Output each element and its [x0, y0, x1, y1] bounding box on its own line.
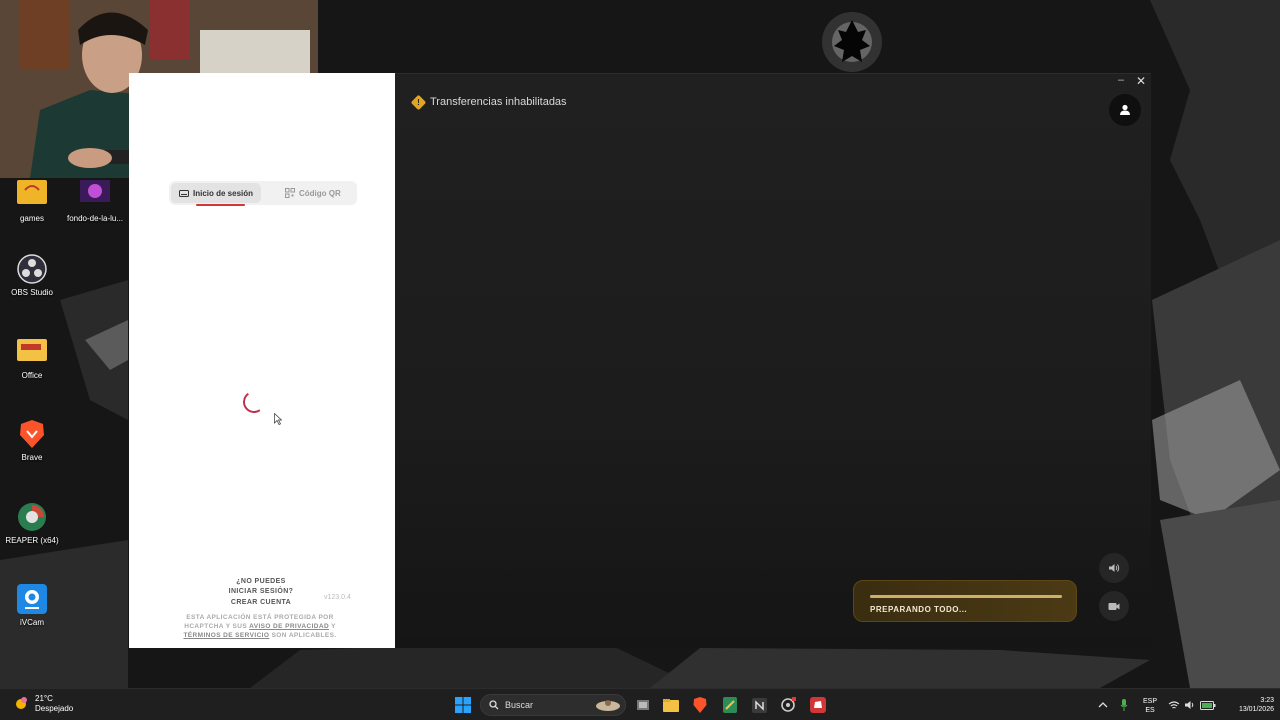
folder-icon	[17, 180, 47, 210]
version-label: v123.0.4	[324, 594, 351, 601]
desktop-icon-wallpaper-file[interactable]: fondo-de-la-lu...	[63, 180, 127, 223]
volume-icon	[1109, 564, 1120, 572]
active-tab-indicator	[196, 204, 245, 206]
qr-code-icon	[285, 188, 295, 198]
image-file-icon	[80, 180, 110, 210]
desktop-icon-obs-studio[interactable]: OBS Studio	[0, 254, 64, 297]
tray-volume[interactable]	[1180, 695, 1200, 715]
search-placeholder: Buscar	[505, 700, 534, 710]
close-button[interactable]: ✕	[1134, 74, 1148, 88]
brave-lion-icon	[17, 419, 47, 449]
terms-of-service-link[interactable]: TÉRMINOS DE SERVICIO	[183, 632, 269, 639]
game-launcher-icon	[810, 697, 826, 713]
progress-label: PREPARANDO TODO...	[870, 605, 968, 614]
create-account-link[interactable]: CREAR CUENTA	[211, 599, 311, 606]
clock-time: 3:23	[1260, 697, 1274, 704]
desktop-icon-office[interactable]: Office	[0, 337, 64, 380]
tray-battery[interactable]	[1198, 695, 1218, 715]
search-highlight-icon	[596, 700, 620, 711]
cant-login-link[interactable]: ¿NO PUEDES INICIAR SESIÓN?	[221, 577, 301, 597]
brave-lion-icon	[693, 697, 707, 713]
login-tabs: Inicio de sesión Código QR	[169, 181, 357, 205]
progress-bar	[870, 595, 1062, 598]
reaper-icon	[17, 502, 47, 532]
task-view-icon	[637, 700, 649, 710]
tab-login-label: Inicio de sesión	[193, 188, 254, 198]
weather-temperature: 21°C	[35, 694, 53, 703]
camera-button[interactable]	[1099, 591, 1129, 621]
speaker-icon	[1185, 701, 1194, 709]
transfer-warning: ! Transferencias inhabilitadas	[410, 94, 567, 110]
progress-fill	[870, 595, 1062, 598]
start-button[interactable]	[453, 695, 473, 715]
account-button[interactable]	[1109, 94, 1141, 126]
battery-icon	[1200, 700, 1216, 710]
taskbar-search[interactable]: Buscar	[480, 694, 626, 716]
tab-qr-label: Código QR	[299, 188, 341, 198]
progress-card: PREPARANDO TODO...	[853, 580, 1077, 622]
language-indicator[interactable]: ESP ES	[1140, 697, 1160, 715]
document-app-icon	[723, 697, 737, 713]
keyboard-icon	[179, 189, 189, 197]
microphone-icon	[1120, 699, 1128, 711]
desktop-icon-reaper[interactable]: REAPER (x64)	[0, 502, 64, 545]
desktop-icon-brave[interactable]: Brave	[0, 419, 64, 462]
taskbar-app-n[interactable]	[749, 695, 769, 715]
chevron-up-icon	[1098, 702, 1108, 708]
clock[interactable]: 3:23 13/01/2026	[1222, 696, 1274, 714]
notion-like-app-icon	[751, 697, 767, 713]
taskbar-file-explorer[interactable]	[661, 695, 681, 715]
loading-spinner	[241, 389, 267, 415]
search-icon	[489, 700, 499, 710]
minimize-button[interactable]: –	[1114, 74, 1128, 88]
tray-microphone[interactable]	[1114, 695, 1134, 715]
desktop-icon-games[interactable]: games	[0, 180, 64, 223]
taskbar-task-view[interactable]	[633, 695, 653, 715]
privacy-notice-link[interactable]: AVISO DE PRIVACIDAD	[249, 623, 329, 630]
tab-qr-code[interactable]: Código QR	[277, 183, 349, 203]
gear-icon	[781, 697, 796, 712]
folder-icon	[17, 337, 47, 367]
warning-text: Transferencias inhabilitadas	[430, 96, 567, 108]
taskbar-app-green[interactable]	[720, 695, 740, 715]
taskbar-app-settings[interactable]	[778, 695, 798, 715]
tray-overflow-chevron[interactable]	[1093, 695, 1113, 715]
weather-description: Despejado	[35, 704, 74, 713]
tab-login[interactable]: Inicio de sesión	[171, 183, 262, 203]
windows-logo-icon	[455, 697, 471, 713]
launcher-main-panel: – ✕ ! Transferencias inhabilitadas PREPA…	[395, 73, 1151, 648]
clock-date: 13/01/2026	[1238, 706, 1274, 713]
taskbar-app-riot[interactable]	[808, 695, 828, 715]
mouse-cursor-icon	[274, 413, 282, 425]
obs-studio-icon	[17, 254, 47, 284]
folder-icon	[663, 698, 679, 712]
desktop-icon-ivcam[interactable]: iVCam	[0, 584, 64, 627]
video-camera-icon	[1108, 602, 1120, 610]
login-panel: Inicio de sesión Código QR ¿NO PUEDES IN…	[129, 73, 395, 648]
warning-icon: !	[410, 94, 427, 110]
taskbar-brave[interactable]	[690, 695, 710, 715]
wifi-icon	[1168, 700, 1180, 708]
volume-button[interactable]	[1099, 553, 1129, 583]
taskbar: 21°C Despejado Buscar ESP ES 3:23 13/01/…	[0, 688, 1280, 720]
user-icon	[1120, 104, 1130, 115]
weather-widget[interactable]: 21°C Despejado	[12, 694, 73, 714]
ivcam-icon	[17, 584, 47, 614]
weather-sun-icon	[16, 697, 27, 709]
legal-notice: ESTA APLICACIÓN ESTÁ PROTEGIDA POR HCAPT…	[183, 614, 337, 639]
